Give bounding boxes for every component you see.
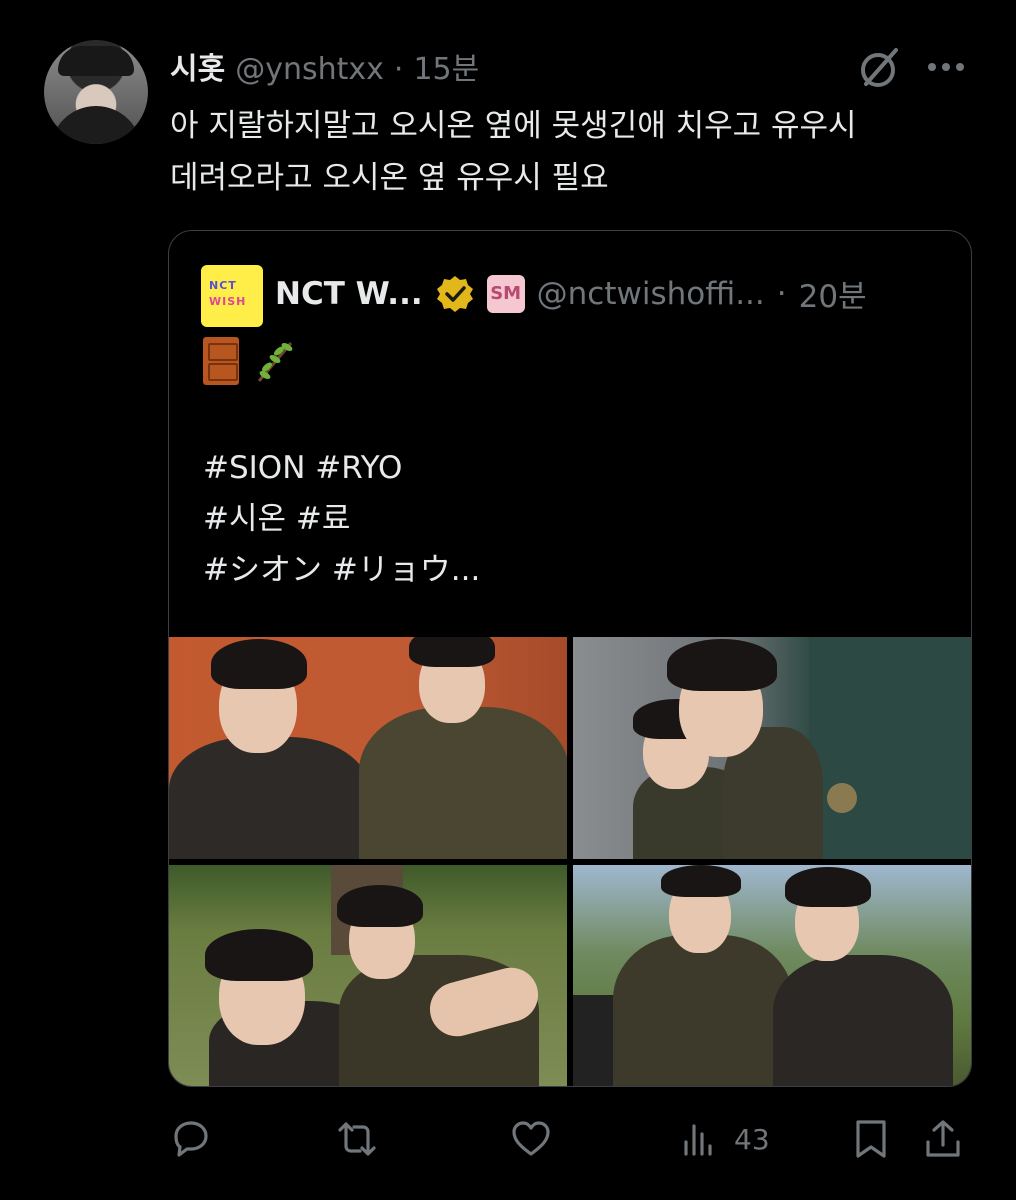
views-count: 43	[734, 1122, 770, 1156]
figure-coat	[613, 935, 793, 1086]
bookmark-button[interactable]	[850, 1118, 892, 1160]
bookmark-icon	[856, 1120, 886, 1158]
tweet-text-line: 아 지랄하지말고 오시온 옆에 못생긴애 치우고 유우시	[170, 108, 857, 144]
tweet-header: 시홋 @ynshtxx · 15분	[170, 44, 479, 88]
tweet-text-line: 데려오라고 오시온 옆 유우시 필요	[170, 160, 609, 196]
figure-hair	[785, 867, 871, 907]
author-display-name[interactable]: 시홋	[170, 44, 225, 88]
reply-icon	[174, 1121, 208, 1157]
tweet-time[interactable]: 15분	[413, 44, 479, 88]
views-icon	[684, 1124, 712, 1156]
photo-orange-wall[interactable]	[169, 637, 567, 859]
quote-time[interactable]: 20분	[799, 271, 867, 316]
door-icon	[203, 337, 239, 385]
photo-grid	[169, 637, 971, 1086]
like-button[interactable]	[510, 1118, 552, 1160]
tweet-text: 아 지랄하지말고 오시온 옆에 못생긴애 치우고 유우시 데려오라고 오시온 옆…	[170, 100, 980, 204]
heart-icon	[512, 1121, 550, 1156]
quote-author-avatar[interactable]: NCT WISH	[201, 265, 263, 327]
retweet-icon	[338, 1122, 376, 1156]
grok-icon[interactable]	[856, 44, 904, 92]
figure-hair	[205, 929, 313, 981]
hashtag-line[interactable]: #시온 #료	[203, 494, 480, 545]
figure-jacket	[773, 955, 953, 1086]
avatar-logo-text: NCT	[209, 279, 237, 292]
quote-display-name[interactable]: NCT W...	[275, 276, 423, 312]
emoji-row	[203, 337, 297, 385]
quote-separator: ·	[776, 275, 787, 312]
figure-hair	[661, 865, 741, 897]
photo-outdoor-duo[interactable]	[573, 865, 971, 1086]
figure-coat	[359, 707, 567, 859]
retweet-button[interactable]	[336, 1118, 378, 1160]
herb-icon	[257, 342, 293, 382]
action-bar: 43	[0, 1118, 1016, 1178]
figure-jacket	[169, 737, 369, 859]
figure-hair	[337, 885, 423, 927]
verified-badge-icon	[436, 275, 473, 312]
quote-header: NCT W... SM @nctwishoffi... · 20분	[275, 271, 867, 316]
quote-handle[interactable]: @nctwishoffi...	[537, 276, 765, 312]
figure-hair	[667, 639, 777, 691]
quoted-tweet[interactable]: NCT WISH NCT W... SM @nctwishoffi... · 2…	[168, 230, 972, 1087]
photo-lawn-selfie[interactable]	[169, 865, 567, 1086]
reply-button[interactable]	[170, 1118, 212, 1160]
avatar-cap	[58, 46, 134, 76]
hashtag-line[interactable]: #SION #RYO	[203, 443, 480, 494]
share-icon	[926, 1120, 960, 1157]
figure-hair	[211, 639, 307, 689]
quote-text: #SION #RYO #시온 #료 #シオン #リョウ...	[203, 443, 480, 596]
author-handle[interactable]: @ynshtxx	[235, 52, 384, 87]
header-separator: ·	[393, 52, 404, 87]
hashtag-line[interactable]: #シオン #リョウ...	[203, 545, 480, 596]
affiliate-badge-icon: SM	[486, 274, 525, 313]
avatar-body	[50, 106, 142, 144]
door-knob	[827, 783, 857, 813]
figure-hair	[409, 637, 495, 667]
views-button[interactable]: 43	[680, 1118, 770, 1160]
door-panel	[809, 637, 971, 859]
more-options-icon[interactable]	[924, 50, 968, 84]
share-button[interactable]	[922, 1118, 964, 1160]
avatar-logo-text: WISH	[209, 295, 247, 308]
author-avatar[interactable]	[44, 40, 148, 144]
photo-green-door[interactable]	[573, 637, 971, 859]
